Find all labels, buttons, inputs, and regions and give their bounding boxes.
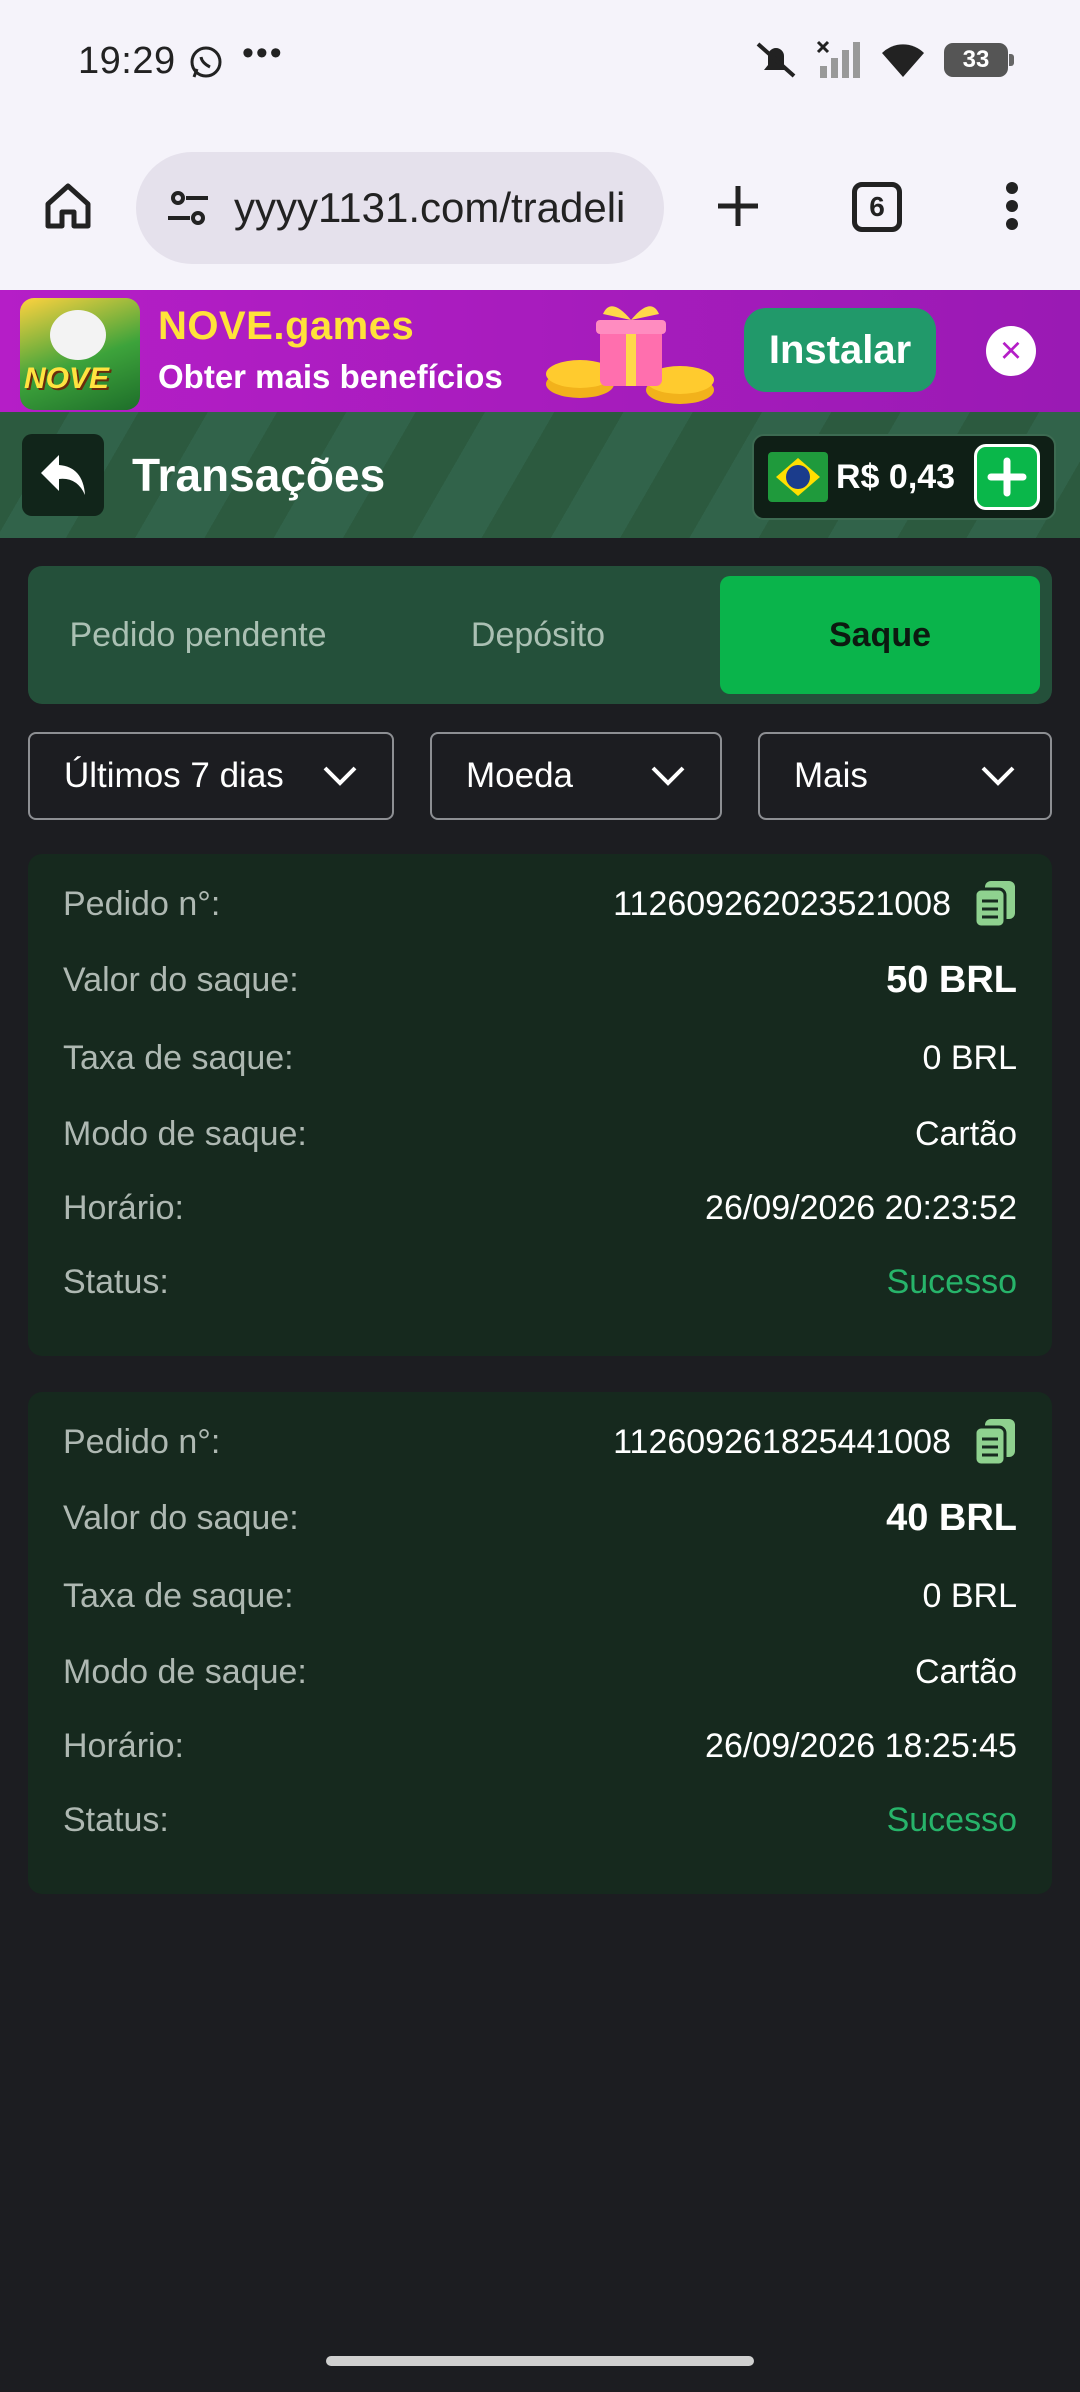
plus-icon xyxy=(718,186,758,226)
copy-icon[interactable] xyxy=(973,1417,1017,1467)
back-arrow-icon xyxy=(41,455,85,495)
mode-value: Cartão xyxy=(914,1114,1017,1153)
install-banner: NOVE NOVE.games Obter mais benefícios In… xyxy=(0,290,1080,412)
status-icons: 33 xyxy=(754,40,1014,80)
fee-label: Taxa de saque: xyxy=(63,1576,294,1615)
wifi-icon xyxy=(882,44,924,77)
time-label: Horário: xyxy=(63,1188,184,1227)
logo-mascot xyxy=(50,310,106,360)
copy-icon[interactable] xyxy=(973,879,1017,929)
currency-filter-label: Moeda xyxy=(466,756,574,795)
fee-value: 0 BRL xyxy=(922,1038,1018,1077)
banner-subtitle: Obter mais benefícios xyxy=(158,358,503,395)
mode-label: Modo de saque: xyxy=(63,1652,307,1691)
more-notifications-icon: ••• xyxy=(242,34,284,72)
order-label: Pedido n°: xyxy=(63,1422,221,1461)
chevron-down-icon xyxy=(651,766,685,786)
app-header: Transações R$ 0,43 xyxy=(0,412,1080,538)
balance-widget: R$ 0,43 xyxy=(752,434,1056,520)
signal-icon xyxy=(816,40,860,78)
app-logo: NOVE xyxy=(20,298,140,410)
add-funds-button[interactable] xyxy=(974,444,1040,510)
more-vert-icon xyxy=(1006,182,1018,230)
time-label: Horário: xyxy=(63,1726,184,1765)
home-icon xyxy=(45,183,91,229)
mute-icon xyxy=(756,42,796,78)
url-text: yyyy1131.com/tradeli xyxy=(234,184,626,231)
status-badge: Sucesso xyxy=(886,1800,1017,1839)
period-filter[interactable]: Últimos 7 dias xyxy=(28,732,394,820)
address-bar[interactable]: yyyy1131.com/tradeli xyxy=(136,152,664,264)
close-icon[interactable]: × xyxy=(986,326,1036,376)
transaction-card: Pedido n°: 112609262023521008 Valor do s… xyxy=(28,854,1052,1356)
amount-label: Valor do saque: xyxy=(63,960,299,999)
transaction-card: Pedido n°: 112609261825441008 Valor do s… xyxy=(28,1392,1052,1894)
tab-pending[interactable]: Pedido pendente xyxy=(28,576,368,694)
fee-label: Taxa de saque: xyxy=(63,1038,294,1077)
amount-value: 50 BRL xyxy=(886,958,1017,1001)
fee-value: 0 BRL xyxy=(922,1576,1018,1615)
more-filter[interactable]: Mais xyxy=(758,732,1052,820)
amount-value: 40 BRL xyxy=(886,1496,1017,1539)
mode-row: Modo de saque: Cartão xyxy=(63,1104,1017,1164)
order-number: 112609261825441008 xyxy=(613,1422,951,1461)
transaction-tabs: Pedido pendente Depósito Saque xyxy=(28,566,1052,704)
tab-switcher-button[interactable]: 6 xyxy=(852,182,902,232)
order-number: 112609262023521008 xyxy=(613,884,951,923)
amount-row: Valor do saque: 40 BRL xyxy=(63,1488,1017,1548)
status-label: Status: xyxy=(63,1262,169,1301)
back-button[interactable] xyxy=(22,434,104,516)
browser-toolbar: yyyy1131.com/tradeli 6 xyxy=(0,126,1080,290)
chevron-down-icon xyxy=(981,766,1015,786)
home-button[interactable] xyxy=(36,174,100,238)
order-row: Pedido n°: 112609261825441008 xyxy=(63,1412,1017,1472)
tab-withdrawal[interactable]: Saque xyxy=(720,576,1040,694)
page-title: Transações xyxy=(132,449,386,501)
whatsapp-icon xyxy=(190,46,222,78)
site-settings-icon[interactable] xyxy=(164,184,212,232)
brazil-flag-icon xyxy=(768,452,828,502)
fee-row: Taxa de saque: 0 BRL xyxy=(63,1028,1017,1088)
status-time: 19:29 xyxy=(78,40,176,82)
add-funds-icon xyxy=(987,457,1027,497)
time-row: Horário: 26/09/2026 20:23:52 xyxy=(63,1178,1017,1238)
status-row: Status: Sucesso xyxy=(63,1790,1017,1850)
amount-label: Valor do saque: xyxy=(63,1498,299,1537)
order-label: Pedido n°: xyxy=(63,884,221,923)
time-value: 26/09/2026 18:25:45 xyxy=(705,1726,1017,1765)
mode-row: Modo de saque: Cartão xyxy=(63,1642,1017,1702)
order-row: Pedido n°: 112609262023521008 xyxy=(63,874,1017,934)
gift-coins-illustration xyxy=(546,306,714,404)
new-tab-button[interactable] xyxy=(706,174,770,238)
install-button[interactable]: Instalar xyxy=(744,308,936,392)
mode-value: Cartão xyxy=(914,1652,1017,1691)
battery-icon: 33 xyxy=(944,43,1014,77)
browser-menu-button[interactable] xyxy=(984,174,1040,238)
period-filter-label: Últimos 7 dias xyxy=(64,756,284,795)
mode-label: Modo de saque: xyxy=(63,1114,307,1153)
status-bar: 19:29 ••• 33 xyxy=(0,0,1080,126)
status-badge: Sucesso xyxy=(886,1262,1017,1301)
balance-amount: R$ 0,43 xyxy=(836,457,956,496)
tab-deposit[interactable]: Depósito xyxy=(368,576,708,694)
currency-filter[interactable]: Moeda xyxy=(430,732,722,820)
more-filter-label: Mais xyxy=(794,756,868,795)
amount-row: Valor do saque: 50 BRL xyxy=(63,950,1017,1010)
status-row: Status: Sucesso xyxy=(63,1252,1017,1312)
banner-title: NOVE.games xyxy=(158,304,415,348)
status-label: Status: xyxy=(63,1800,169,1839)
home-indicator[interactable] xyxy=(326,2356,754,2366)
time-value: 26/09/2026 20:23:52 xyxy=(705,1188,1017,1227)
chevron-down-icon xyxy=(323,766,357,786)
logo-wordmark: NOVE xyxy=(24,362,110,395)
fee-row: Taxa de saque: 0 BRL xyxy=(63,1566,1017,1626)
time-row: Horário: 26/09/2026 18:25:45 xyxy=(63,1716,1017,1776)
